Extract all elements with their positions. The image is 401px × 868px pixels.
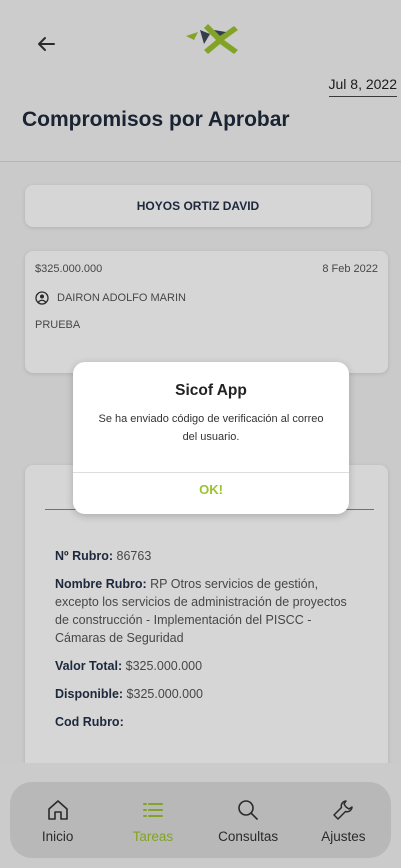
alert-dialog: Sicof App Se ha enviado código de verifi… [73,362,349,514]
ok-button[interactable]: OK! [73,482,349,497]
dialog-title: Sicof App [175,382,247,399]
dialog-message: Se ha enviado código de verificación al … [98,413,324,443]
dialog-separator [73,472,349,473]
